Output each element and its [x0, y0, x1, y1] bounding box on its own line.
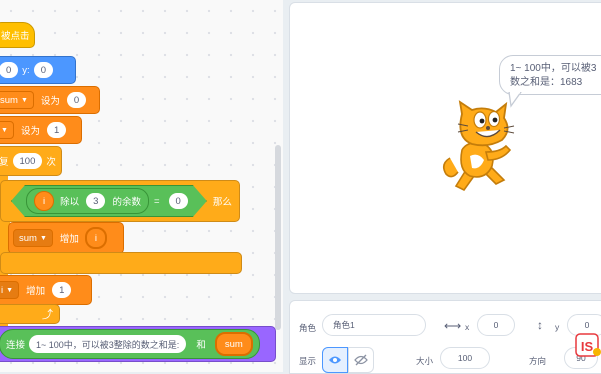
change-sum-variable-dropdown[interactable]: sum ▼: [13, 229, 53, 247]
change-sum-i-reporter[interactable]: i: [84, 227, 108, 249]
set-sum-variable-name: sum: [0, 94, 18, 106]
if-end-cap: [0, 252, 242, 274]
join-text-input[interactable]: 1~ 100中，可以被3整除的数之和是:: [29, 335, 187, 353]
set-i-block[interactable]: ▼ 设为 1: [0, 116, 82, 144]
when-flag-clicked-block[interactable]: 被点击: [0, 22, 35, 48]
sprite-name-input[interactable]: 角色1: [322, 314, 426, 336]
change-sum-block[interactable]: sum ▼ 增加 i: [8, 222, 124, 254]
x-label: x: [465, 322, 470, 332]
svg-text:IS: IS: [581, 339, 594, 354]
when-clicked-label: 被点击: [1, 31, 30, 42]
speech-bubble: 1~ 100中，可以被3 数之和是：1683: [499, 55, 601, 95]
set-sum-block[interactable]: sum ▼ 设为 0: [0, 86, 100, 114]
repeat-block[interactable]: 复 100 次: [0, 146, 62, 176]
mod-operator[interactable]: i 除以 3 的余数: [26, 188, 149, 214]
then-label: 那么: [212, 197, 232, 208]
change-i-block[interactable]: i ▼ 增加 1: [0, 275, 92, 305]
i-variable-reporter[interactable]: i: [34, 191, 54, 211]
repeat-end-cap: ⤴: [0, 304, 60, 324]
repeat-count-input[interactable]: 100: [12, 153, 43, 169]
loop-arrow-icon: ⤴: [42, 309, 53, 321]
remainder-label: 的余数: [112, 197, 141, 208]
show-label: 显示: [299, 356, 317, 366]
change-sum-variable-name: sum: [19, 232, 37, 244]
goto-y-label: y:: [22, 64, 30, 76]
x-arrows-icon: ⟷: [444, 319, 462, 333]
goto-x-input[interactable]: 0: [0, 62, 19, 78]
goto-xy-block[interactable]: 0 y: 0: [0, 56, 76, 84]
if-then-block[interactable]: i 除以 3 的余数 = 0 那么: [0, 180, 240, 222]
speech-bubble-line-1: 1~ 100中，可以被3: [510, 63, 597, 74]
set-i-label: 设为: [20, 126, 40, 137]
chevron-down-icon: ▼: [39, 234, 47, 242]
chevron-down-icon: ▼: [20, 96, 28, 104]
say-block[interactable]: 连接 1~ 100中，可以被3整除的数之和是: 和 sum: [0, 326, 276, 362]
cat-sprite[interactable]: [440, 100, 524, 196]
sprite-info-panel: 角色 角色1 ⟷ x 0 ↕ y 0 显示 大小 100 方向 90: [289, 300, 601, 374]
mod-label: 除以: [60, 197, 80, 208]
eye-slash-icon: [354, 354, 368, 366]
join-prefix-label: 连接: [6, 340, 26, 351]
equals-operator[interactable]: i 除以 3 的余数 = 0: [11, 185, 207, 217]
direction-label: 方向: [529, 356, 547, 366]
set-i-variable-dropdown[interactable]: ▼: [0, 121, 14, 139]
y-label: y: [555, 322, 560, 332]
goto-y-input[interactable]: 0: [33, 62, 53, 78]
show-sprite-button[interactable]: [322, 347, 348, 373]
eye-icon: [329, 356, 341, 364]
mod-divisor-input[interactable]: 3: [86, 193, 105, 209]
change-sum-label: 增加: [59, 234, 79, 245]
y-arrows-icon: ↕: [537, 318, 543, 332]
set-sum-value-input[interactable]: 0: [66, 92, 87, 108]
code-area[interactable]: 被点击 0 y: 0 sum ▼ 设为 0 ▼ 设为 1 复 100 次 i 除…: [0, 0, 283, 372]
equals-sign: =: [153, 195, 160, 207]
equals-value-input[interactable]: 0: [169, 193, 188, 209]
repeat-suffix-label: 次: [46, 157, 56, 168]
join-and-label: 和: [196, 340, 206, 351]
size-input[interactable]: 100: [440, 347, 490, 369]
sum-variable-reporter[interactable]: sum: [214, 332, 253, 356]
sprite-name-label: 角色: [299, 323, 317, 333]
size-label: 大小: [416, 356, 434, 366]
change-i-value-input[interactable]: 1: [52, 282, 72, 298]
join-operator[interactable]: 连接 1~ 100中，可以被3整除的数之和是: 和 sum: [0, 329, 260, 359]
chevron-down-icon: ▼: [1, 126, 8, 134]
code-area-scrollbar[interactable]: [275, 145, 281, 330]
set-i-value-input[interactable]: 1: [46, 122, 67, 138]
speech-bubble-line-2: 数之和是：1683: [510, 77, 583, 88]
hide-sprite-button[interactable]: [348, 347, 374, 373]
set-sum-variable-dropdown[interactable]: sum ▼: [0, 91, 34, 109]
chevron-down-icon: ▼: [6, 286, 14, 294]
change-i-variable-dropdown[interactable]: i ▼: [0, 281, 20, 299]
watermark-logo: IS: [575, 332, 601, 358]
repeat-prefix-label: 复: [0, 157, 9, 168]
change-i-label: 增加: [26, 286, 46, 297]
set-sum-label: 设为: [40, 96, 60, 107]
x-position-input[interactable]: 0: [477, 314, 515, 336]
change-i-variable-name: i: [1, 284, 4, 296]
